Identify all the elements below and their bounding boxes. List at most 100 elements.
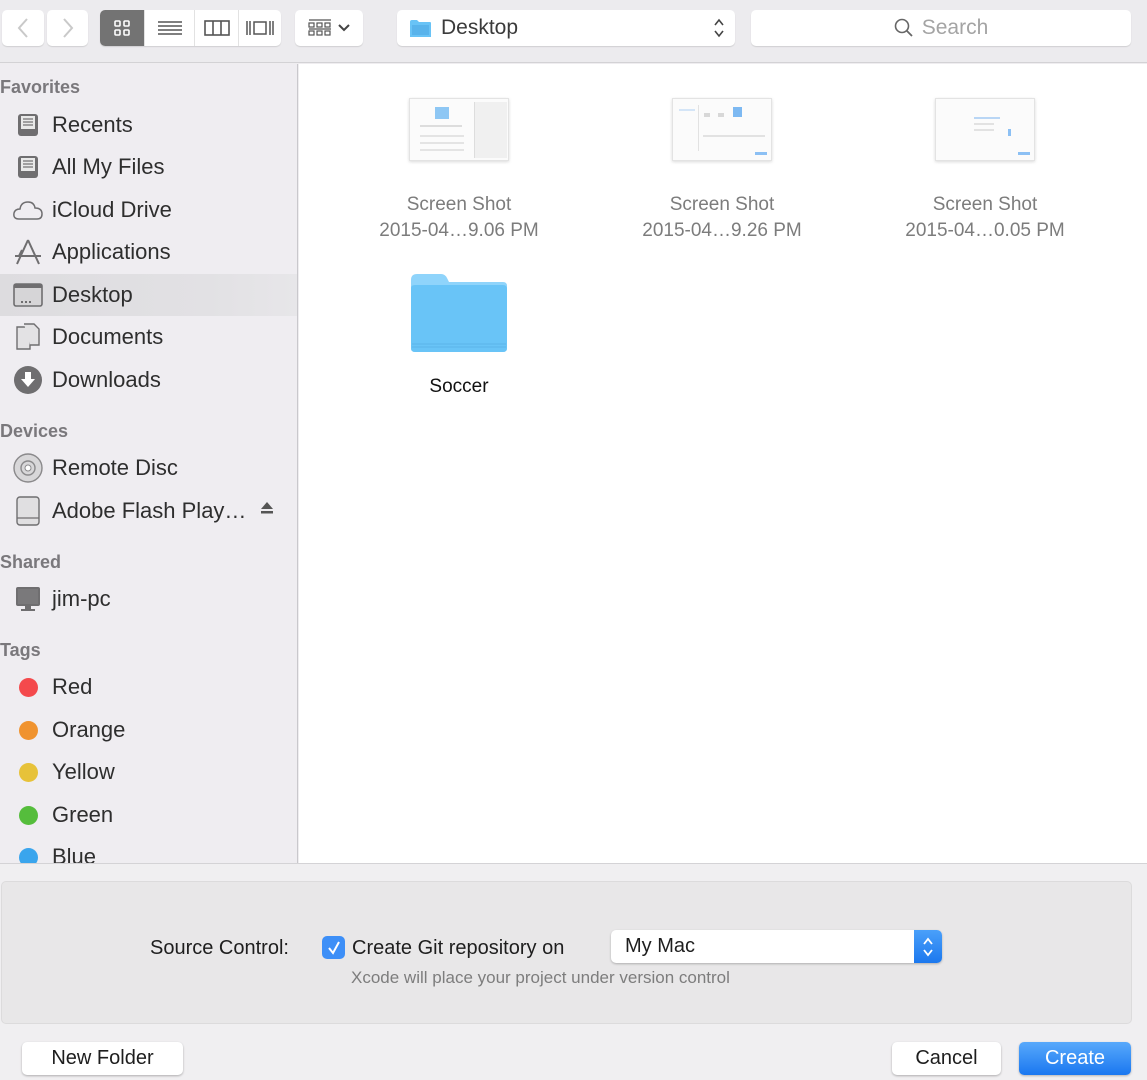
inbox-tray-icon	[12, 109, 44, 141]
sidebar-item-label: Red	[52, 674, 93, 699]
screenshot-thumbnail	[409, 98, 509, 161]
arrange-button[interactable]	[295, 10, 363, 46]
checkmark-icon	[327, 941, 340, 955]
icon-view-button[interactable]	[100, 10, 145, 46]
arrange-grid-icon	[308, 19, 331, 36]
sidebar-item-recents[interactable]: Recents	[0, 104, 297, 146]
tag-dot-icon	[12, 799, 44, 831]
up-down-arrows-icon	[714, 18, 724, 38]
create-git-repo-checkbox[interactable]	[322, 936, 345, 959]
file-item-screenshot-3[interactable]: Screen Shot 2015-04…0.05 PM	[885, 98, 1085, 244]
folder-item-soccer[interactable]: Soccer	[359, 272, 559, 400]
create-git-repo-label[interactable]: Create Git repository on	[352, 937, 564, 960]
sidebar-item-label: Recents	[52, 112, 133, 137]
sidebar-item-jim-pc[interactable]: jim-pc	[0, 578, 297, 620]
coverflow-icon	[246, 21, 274, 35]
view-mode-selector	[100, 10, 281, 46]
dialog-footer: Source Control: Create Git repository on…	[0, 863, 1147, 1080]
section-title-tags: Tags	[0, 640, 41, 660]
file-name-line1: Screen Shot	[406, 194, 512, 215]
inbox-tray-icon	[12, 151, 44, 183]
sidebar-item-documents[interactable]: Documents	[0, 316, 297, 358]
desktop-icon	[12, 279, 44, 311]
sidebar-item-icloud-drive[interactable]: iCloud Drive	[0, 189, 297, 231]
file-name-line2: 2015-04…9.06 PM	[379, 220, 539, 241]
list-icon	[157, 21, 182, 35]
sidebar-item-label: Applications	[52, 239, 171, 264]
tag-dot-icon	[12, 671, 44, 703]
sidebar-item-tag-red[interactable]: Red	[0, 666, 297, 708]
disc-icon	[12, 452, 44, 484]
sidebar-item-downloads[interactable]: Downloads	[0, 359, 297, 401]
sidebar-item-label: Blue	[52, 844, 97, 863]
sidebar-item-tag-blue[interactable]: Blue	[0, 836, 297, 863]
repo-location-popup[interactable]: My Mac	[611, 930, 942, 963]
chevron-down-icon	[338, 24, 350, 32]
sidebar-item-desktop[interactable]: Desktop	[0, 274, 297, 316]
path-label: Desktop	[441, 16, 519, 39]
cancel-button[interactable]: Cancel	[892, 1042, 1001, 1075]
eject-icon[interactable]	[259, 500, 275, 516]
screenshot-thumbnail	[672, 98, 772, 161]
search-field[interactable]: Search	[751, 10, 1131, 46]
sidebar-item-label: Desktop	[52, 282, 133, 307]
file-name-line1: Screen Shot	[932, 194, 1038, 215]
sidebar-item-label: Remote Disc	[52, 455, 178, 480]
create-button[interactable]: Create	[1019, 1042, 1131, 1075]
magnifier-icon	[894, 18, 913, 37]
sidebar-item-all-my-files[interactable]: All My Files	[0, 146, 297, 188]
repo-location-value: My Mac	[625, 935, 695, 957]
back-button[interactable]	[2, 10, 44, 46]
chevron-right-icon	[62, 18, 73, 38]
sidebar-item-label: Downloads	[52, 367, 161, 392]
save-dialog: Desktop Search Favorites Recents All My …	[0, 0, 1147, 1080]
sidebar-item-adobe-flash-player[interactable]: Adobe Flash Play…	[0, 490, 297, 532]
section-title-favorites: Favorites	[0, 77, 81, 97]
sidebar-item-label: Green	[52, 802, 114, 827]
sidebar-item-applications[interactable]: Applications	[0, 231, 297, 273]
drive-icon	[12, 495, 44, 527]
computer-icon	[12, 583, 44, 615]
file-browser: Screen Shot 2015-04…9.06 PM Screen Shot …	[299, 64, 1147, 863]
file-name-line1: Screen Shot	[669, 194, 775, 215]
screenshot-thumbnail	[935, 98, 1035, 161]
sidebar: Favorites Recents All My Files iCloud Dr…	[0, 64, 298, 863]
file-item-screenshot-1[interactable]: Screen Shot 2015-04…9.06 PM	[359, 98, 559, 244]
sidebar-item-remote-disc[interactable]: Remote Disc	[0, 447, 297, 489]
sidebar-item-tag-yellow[interactable]: Yellow	[0, 751, 297, 793]
sidebar-item-label: jim-pc	[52, 586, 111, 611]
sidebar-item-label: All My Files	[52, 154, 165, 179]
sidebar-item-tag-green[interactable]: Green	[0, 794, 297, 836]
new-folder-button[interactable]: New Folder	[22, 1042, 183, 1075]
list-view-button[interactable]	[145, 10, 195, 46]
sidebar-item-label: iCloud Drive	[52, 197, 172, 222]
folder-icon	[411, 274, 507, 352]
documents-icon	[12, 321, 44, 353]
sidebar-item-label: Yellow	[52, 759, 115, 784]
chevron-left-icon	[17, 18, 28, 38]
columns-icon	[203, 20, 230, 36]
tag-dot-icon	[12, 714, 44, 746]
path-popup[interactable]: Desktop	[397, 10, 735, 46]
popup-arrows	[914, 930, 942, 963]
folder-name: Soccer	[429, 376, 489, 397]
coverflow-view-button[interactable]	[239, 10, 281, 46]
tag-dot-icon	[12, 756, 44, 788]
sidebar-item-tag-orange[interactable]: Orange	[0, 709, 297, 751]
sidebar-item-label: Adobe Flash Play…	[52, 498, 247, 523]
source-control-label: Source Control:	[150, 937, 289, 959]
file-name-line2: 2015-04…9.26 PM	[642, 220, 802, 241]
file-name-line2: 2015-04…0.05 PM	[905, 220, 1065, 241]
forward-button[interactable]	[47, 10, 88, 46]
source-control-hint: Xcode will place your project under vers…	[351, 968, 730, 987]
file-item-screenshot-2[interactable]: Screen Shot 2015-04…9.26 PM	[622, 98, 822, 244]
tag-dot-icon	[12, 841, 44, 863]
download-icon	[12, 364, 44, 396]
folder-icon	[410, 19, 431, 37]
column-view-button[interactable]	[195, 10, 239, 46]
sidebar-item-label: Orange	[52, 717, 126, 742]
section-title-devices: Devices	[0, 421, 69, 441]
section-title-shared: Shared	[0, 552, 62, 572]
toolbar: Desktop Search	[0, 0, 1147, 63]
search-placeholder: Search	[921, 16, 989, 39]
